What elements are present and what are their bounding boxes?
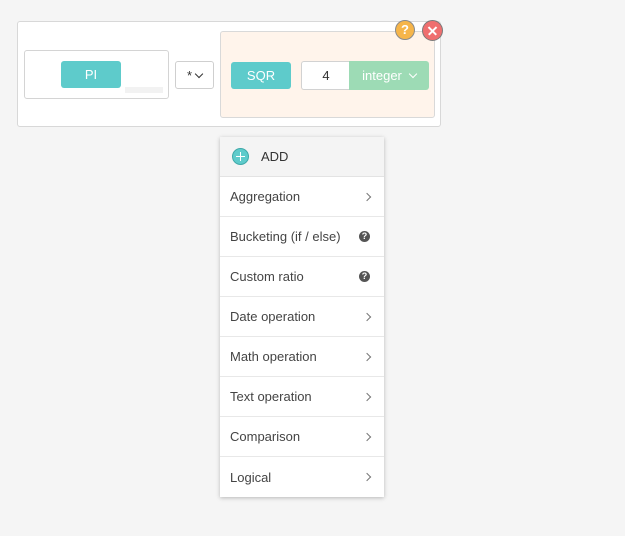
chevron-right-icon — [362, 312, 372, 321]
chevron-right-icon — [362, 192, 372, 201]
menu-item-date-operation[interactable]: Date operation — [220, 297, 384, 337]
argument-type-select[interactable]: integer — [349, 61, 429, 90]
left-operand-box[interactable]: PI — [24, 50, 169, 99]
plus-circle-icon — [232, 148, 249, 165]
chevron-down-icon — [194, 69, 204, 78]
operator-value: * — [186, 67, 193, 83]
chevron-right-icon — [362, 392, 372, 401]
menu-item-math-operation[interactable]: Math operation — [220, 337, 384, 377]
menu-item-label: Custom ratio — [230, 269, 304, 284]
add-label: ADD — [261, 149, 289, 164]
menu-item-custom-ratio[interactable]: Custom ratio ? — [220, 257, 384, 297]
function-operand-box[interactable]: SQR integer — [220, 31, 435, 118]
chevron-down-icon — [408, 69, 418, 79]
menu-item-label: Date operation — [230, 309, 316, 324]
menu-item-bucketing[interactable]: Bucketing (if / else) ? — [220, 217, 384, 257]
help-icon[interactable]: ? — [395, 20, 415, 40]
chevron-right-icon — [362, 472, 372, 482]
chevron-right-icon — [362, 432, 372, 441]
menu-item-label: Aggregation — [230, 189, 301, 204]
menu-item-logical[interactable]: Logical — [220, 457, 384, 497]
menu-item-text-operation[interactable]: Text operation — [220, 377, 384, 417]
add-operation-menu: ADD Aggregation Bucketing (if / else) ? … — [220, 137, 384, 497]
add-button[interactable]: ADD — [220, 137, 384, 177]
menu-item-label: Comparison — [230, 429, 301, 444]
menu-item-comparison[interactable]: Comparison — [220, 417, 384, 457]
argument-type-label: integer — [362, 68, 402, 83]
operator-select[interactable]: * — [175, 61, 214, 89]
operand-placeholder-bar — [125, 87, 163, 93]
menu-item-label: Bucketing (if / else) — [230, 229, 341, 244]
chevron-right-icon — [362, 352, 372, 361]
sqr-function-pill[interactable]: SQR — [231, 62, 291, 89]
menu-item-aggregation[interactable]: Aggregation — [220, 177, 384, 217]
help-icon[interactable]: ? — [359, 231, 370, 242]
menu-item-label: Math operation — [230, 349, 317, 364]
help-icon[interactable]: ? — [359, 271, 370, 282]
close-icon[interactable] — [422, 20, 443, 41]
pi-pill[interactable]: PI — [61, 61, 121, 88]
argument-input[interactable] — [301, 61, 350, 90]
menu-item-label: Logical — [230, 469, 272, 485]
menu-item-label: Text operation — [230, 389, 312, 404]
